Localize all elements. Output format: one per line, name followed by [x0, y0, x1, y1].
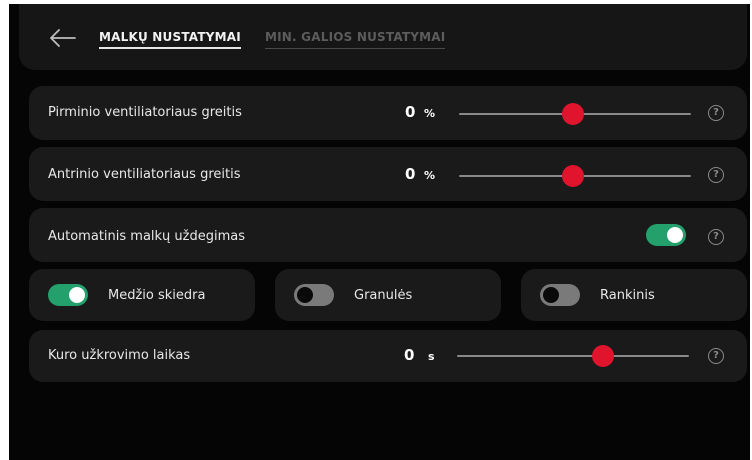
primary-fan-row: Pirminio ventiliatoriaus greitis 0 % ? — [29, 86, 747, 140]
auto-ignition-label: Automatinis malkų uždegimas — [48, 229, 245, 244]
tab-min-galios-nustatymai[interactable]: MIN. GALIOS NUSTATYMAI — [265, 30, 446, 49]
primary-fan-label: Pirminio ventiliatoriaus greitis — [48, 105, 242, 120]
fuel-load-time-row: Kuro užkrovimo laikas 0 s ? — [29, 330, 747, 382]
slider-thumb[interactable] — [561, 165, 584, 187]
primary-fan-unit: % — [424, 107, 436, 120]
secondary-fan-row: Antrinio ventiliatoriaus greitis 0 % ? — [29, 147, 747, 201]
settings-screen: MALKŲ NUSTATYMAI MIN. GALIOS NUSTATYMAI … — [9, 4, 750, 460]
slider-track — [457, 355, 689, 357]
toggle-knob — [297, 287, 313, 303]
toggle-knob — [543, 287, 559, 303]
fuel-option-pellets[interactable]: Granulės — [275, 269, 501, 321]
secondary-fan-label: Antrinio ventiliatoriaus greitis — [48, 167, 241, 182]
manual-toggle[interactable] — [540, 284, 580, 306]
question-circle-icon[interactable]: ? — [708, 167, 724, 183]
toggle-knob — [69, 287, 85, 303]
fuel-option-manual[interactable]: Rankinis — [521, 269, 747, 321]
fuel-option-wood-chips[interactable]: Medžio skiedra — [29, 269, 255, 321]
arrow-left-icon[interactable] — [47, 28, 77, 48]
pellets-toggle[interactable] — [294, 284, 334, 306]
question-circle-icon[interactable]: ? — [708, 105, 724, 121]
wood-chips-label: Medžio skiedra — [108, 288, 206, 303]
fuel-load-time-label: Kuro užkrovimo laikas — [48, 348, 191, 363]
wood-chips-toggle[interactable] — [48, 284, 88, 306]
slider-thumb[interactable] — [561, 103, 584, 125]
auto-ignition-row: Automatinis malkų uždegimas ? — [29, 208, 747, 262]
question-circle-icon[interactable]: ? — [708, 348, 724, 364]
fuel-load-time-value: 0 — [404, 346, 415, 364]
tab-malku-nustatymai[interactable]: MALKŲ NUSTATYMAI — [99, 30, 241, 49]
question-circle-icon[interactable]: ? — [708, 229, 724, 245]
secondary-fan-value: 0 — [405, 165, 416, 183]
slider-thumb[interactable] — [592, 345, 615, 367]
pellets-label: Granulės — [354, 288, 413, 303]
manual-label: Rankinis — [600, 288, 655, 303]
toggle-knob — [667, 227, 683, 243]
primary-fan-value: 0 — [405, 103, 416, 121]
auto-ignition-toggle[interactable] — [646, 224, 686, 246]
secondary-fan-unit: % — [424, 169, 436, 182]
secondary-fan-slider[interactable] — [459, 165, 691, 187]
primary-fan-slider[interactable] — [459, 103, 691, 125]
top-bar: MALKŲ NUSTATYMAI MIN. GALIOS NUSTATYMAI — [19, 4, 747, 70]
fuel-load-time-slider[interactable] — [457, 345, 689, 367]
fuel-load-time-unit: s — [428, 350, 435, 363]
